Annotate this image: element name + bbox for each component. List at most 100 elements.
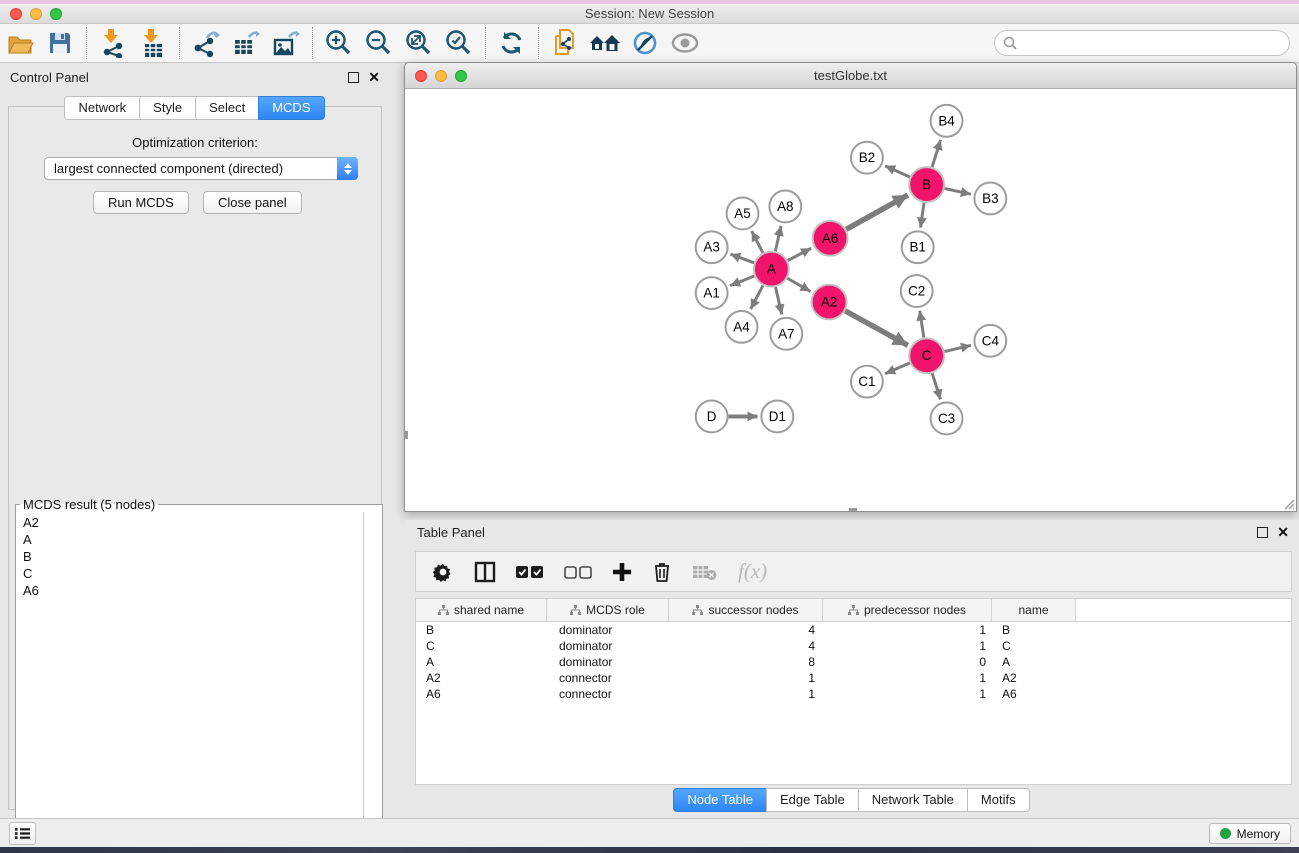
graph-node-C1[interactable]: C1 xyxy=(851,366,883,398)
graph-node-D1[interactable]: D1 xyxy=(761,401,793,433)
column-header-successor-nodes[interactable]: successor nodes xyxy=(669,599,823,621)
list-item[interactable]: A2 xyxy=(17,514,363,531)
toolbar-separator xyxy=(312,27,313,59)
table-options-button[interactable] xyxy=(432,561,454,583)
table-row[interactable]: B dominator 4 1 B xyxy=(416,622,1291,638)
table-row[interactable]: A dominator 8 0 A xyxy=(416,654,1291,670)
column-header-shared-name[interactable]: shared name xyxy=(416,599,547,621)
graph-node-B1[interactable]: B1 xyxy=(902,231,934,263)
float-panel-icon[interactable] xyxy=(348,72,359,83)
search-input[interactable] xyxy=(994,30,1290,56)
save-session-button[interactable] xyxy=(40,26,80,60)
hide-graphics-details-button[interactable] xyxy=(625,26,665,60)
column-header-name[interactable]: name xyxy=(992,599,1076,621)
close-panel-icon[interactable]: ✕ xyxy=(1277,527,1289,538)
tab-mcds[interactable]: MCDS xyxy=(258,96,324,120)
graph-node-B3[interactable]: B3 xyxy=(974,183,1006,215)
list-item[interactable]: A6 xyxy=(17,582,363,599)
graph-node-C[interactable]: C xyxy=(909,338,944,373)
graph-edge[interactable] xyxy=(787,278,810,291)
graph-edge[interactable] xyxy=(751,286,763,310)
list-item[interactable]: C xyxy=(17,565,363,582)
zoom-fit-button[interactable] xyxy=(399,26,439,60)
table-row[interactable]: A2 connector 1 1 A2 xyxy=(416,670,1291,686)
column-header-predecessor-nodes[interactable]: predecessor nodes xyxy=(823,599,992,621)
graph-node-C3[interactable]: C3 xyxy=(931,403,963,435)
zoom-out-button[interactable] xyxy=(359,26,399,60)
toggle-column-panel-button[interactable] xyxy=(474,561,496,583)
graph-edge[interactable] xyxy=(730,254,754,263)
graph-edge[interactable] xyxy=(920,203,924,228)
float-panel-icon[interactable] xyxy=(1257,527,1268,538)
tab-network-table[interactable]: Network Table xyxy=(858,788,968,812)
list-item[interactable]: A xyxy=(17,531,363,548)
deselect-all-button[interactable] xyxy=(564,565,592,579)
graph-edge[interactable] xyxy=(752,231,763,253)
table-row[interactable]: A6 connector 1 1 A6 xyxy=(416,686,1291,702)
run-mcds-button[interactable]: Run MCDS xyxy=(93,191,189,214)
home-button[interactable] xyxy=(585,26,625,60)
graph-edge[interactable] xyxy=(776,287,782,314)
graph-edge[interactable] xyxy=(730,276,754,286)
graph-node-B2[interactable]: B2 xyxy=(851,142,883,174)
graph-node-A6[interactable]: A6 xyxy=(813,221,848,256)
memory-button[interactable]: Memory xyxy=(1209,823,1291,844)
select-all-button[interactable] xyxy=(516,565,544,579)
zoom-selected-button[interactable] xyxy=(439,26,479,60)
graph-node-B[interactable]: B xyxy=(909,167,944,202)
graph-edge[interactable] xyxy=(788,248,811,260)
graph-node-A5[interactable]: A5 xyxy=(727,197,759,229)
tab-select[interactable]: Select xyxy=(195,96,259,120)
column-header-mcds-role[interactable]: MCDS role xyxy=(547,599,669,621)
import-table-button[interactable] xyxy=(133,26,173,60)
graph-node-C4[interactable]: C4 xyxy=(974,325,1006,357)
graph-node-A[interactable]: A xyxy=(754,252,789,287)
graph-node-B4[interactable]: B4 xyxy=(931,105,963,137)
list-item[interactable]: B xyxy=(17,548,363,565)
graph-node-A8[interactable]: A8 xyxy=(769,191,801,223)
export-table-button[interactable] xyxy=(226,26,266,60)
open-session-button[interactable] xyxy=(0,26,40,60)
graph-edge[interactable] xyxy=(932,373,940,399)
control-panel-title: Control Panel xyxy=(10,70,348,85)
graph-node-C2[interactable]: C2 xyxy=(901,275,933,307)
add-column-button[interactable] xyxy=(612,562,632,582)
tab-motifs[interactable]: Motifs xyxy=(967,788,1030,812)
tab-style[interactable]: Style xyxy=(139,96,196,120)
graph-node-A2[interactable]: A2 xyxy=(812,285,847,320)
graph-edge[interactable] xyxy=(885,363,910,374)
import-network-button[interactable] xyxy=(93,26,133,60)
resize-grip-icon[interactable] xyxy=(1281,496,1295,510)
export-image-button[interactable] xyxy=(266,26,306,60)
graph-edge[interactable] xyxy=(945,345,971,351)
graph-edge[interactable] xyxy=(920,311,924,338)
show-graphics-details-button[interactable] xyxy=(665,26,705,60)
graph-edge[interactable] xyxy=(846,195,908,229)
copy-network-button[interactable] xyxy=(545,26,585,60)
tab-node-table[interactable]: Node Table xyxy=(673,788,767,812)
tab-edge-table[interactable]: Edge Table xyxy=(766,788,859,812)
graph-node-A1[interactable]: A1 xyxy=(696,277,728,309)
refresh-button[interactable] xyxy=(492,26,532,60)
task-history-button[interactable] xyxy=(9,822,36,845)
graph-node-A3[interactable]: A3 xyxy=(696,231,728,263)
close-panel-button[interactable]: Close panel xyxy=(203,191,302,214)
graph-edge[interactable] xyxy=(932,140,940,167)
graph-node-A7[interactable]: A7 xyxy=(770,318,802,350)
table-row[interactable]: C dominator 4 1 C xyxy=(416,638,1291,654)
graph-node-D[interactable]: D xyxy=(696,401,728,433)
result-scrollbar-track[interactable] xyxy=(363,512,364,839)
delete-column-button[interactable] xyxy=(652,561,672,583)
export-network-button[interactable] xyxy=(186,26,226,60)
graph-edge[interactable] xyxy=(845,311,908,346)
graph-node-A4[interactable]: A4 xyxy=(726,311,758,343)
graph-edge[interactable] xyxy=(945,188,971,194)
tab-network[interactable]: Network xyxy=(64,96,140,120)
network-canvas[interactable]: A5 A8 A3 A6 A A1 A2 A4 A7 B4 B2 B B3 B1 C2 C4 C C1 C3 D D1 xyxy=(405,89,1296,511)
network-window-titlebar[interactable]: testGlobe.txt xyxy=(405,63,1296,89)
criterion-dropdown[interactable]: largest connected component (directed) xyxy=(44,157,358,180)
zoom-in-button[interactable] xyxy=(319,26,359,60)
graph-edge[interactable] xyxy=(885,166,910,177)
close-panel-icon[interactable]: ✕ xyxy=(368,72,380,83)
graph-edge[interactable] xyxy=(775,226,781,251)
